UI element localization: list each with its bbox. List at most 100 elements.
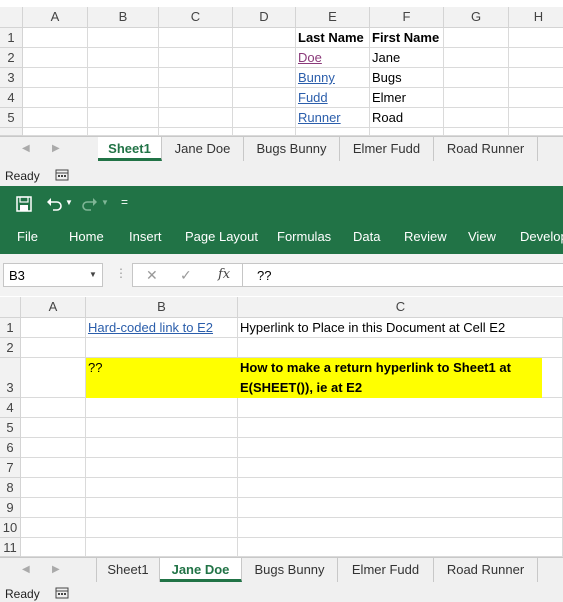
- cell-e5[interactable]: Runner: [296, 108, 370, 128]
- grid-cell[interactable]: [21, 538, 86, 557]
- column-header-f[interactable]: F: [370, 7, 444, 28]
- menu-developer[interactable]: Develop: [520, 227, 563, 247]
- bottom-column-header-c[interactable]: C: [238, 297, 563, 318]
- grid-cell[interactable]: [88, 48, 159, 68]
- bottom-column-header-a[interactable]: A: [21, 297, 86, 318]
- redo-icon[interactable]: [82, 196, 98, 212]
- cell-e4[interactable]: Fudd: [296, 88, 370, 108]
- bottom-row-header-7[interactable]: 7: [0, 458, 21, 478]
- grid-cell[interactable]: [238, 438, 563, 458]
- bottom-tab-scroll-left-icon[interactable]: ◀: [22, 564, 30, 575]
- bottom-tab-road-runner[interactable]: Road Runner: [434, 558, 538, 582]
- grid-cell[interactable]: [86, 458, 238, 478]
- name-box-dropdown-icon[interactable]: ▼: [89, 270, 97, 279]
- tab-sheet1[interactable]: Sheet1: [98, 137, 162, 161]
- cell-f5[interactable]: Road: [370, 108, 444, 128]
- row-header-1[interactable]: 1: [0, 28, 23, 48]
- cell-f1-header[interactable]: First Name: [370, 28, 444, 48]
- grid-cell[interactable]: [88, 88, 159, 108]
- menu-insert[interactable]: Insert: [129, 227, 162, 247]
- grid-cell[interactable]: [444, 108, 509, 128]
- grid-cell[interactable]: [238, 478, 563, 498]
- hard-coded-link[interactable]: Hard-coded link to E2: [88, 320, 213, 335]
- grid-cell[interactable]: [86, 478, 238, 498]
- bottom-row-header-5[interactable]: 5: [0, 418, 21, 438]
- column-header-g[interactable]: G: [444, 7, 509, 28]
- row-header-3[interactable]: 3: [0, 68, 23, 88]
- cell-c3-line1[interactable]: How to make a return hyperlink to Sheet1…: [238, 358, 542, 378]
- grid-cell[interactable]: [233, 48, 296, 68]
- cell-c1[interactable]: Hyperlink to Place in this Document at C…: [238, 318, 563, 338]
- grid-cell[interactable]: [88, 28, 159, 48]
- grid-cell[interactable]: [238, 418, 563, 438]
- hyperlink-doe[interactable]: Doe: [298, 50, 322, 65]
- grid-cell[interactable]: [444, 128, 509, 136]
- cell-e2[interactable]: Doe: [296, 48, 370, 68]
- cell-f2[interactable]: Jane: [370, 48, 444, 68]
- bottom-row-header-6[interactable]: 6: [0, 438, 21, 458]
- grid-cell[interactable]: [238, 538, 563, 557]
- hyperlink-bunny[interactable]: Bunny: [298, 70, 335, 85]
- enter-check-icon[interactable]: ✓: [180, 267, 192, 284]
- menu-page-layout[interactable]: Page Layout: [185, 227, 258, 247]
- grid-cell[interactable]: [509, 128, 563, 136]
- grid-cell[interactable]: [86, 438, 238, 458]
- row-header-6[interactable]: [0, 128, 23, 136]
- grid-cell[interactable]: [444, 88, 509, 108]
- grid-cell[interactable]: [21, 338, 86, 358]
- menu-file[interactable]: File: [17, 227, 38, 247]
- grid-cell[interactable]: [86, 338, 238, 358]
- cell-c3-line2[interactable]: E(SHEET()), ie at E2: [238, 378, 542, 398]
- grid-cell[interactable]: [21, 458, 86, 478]
- grid-cell[interactable]: [509, 68, 563, 88]
- undo-icon[interactable]: [46, 196, 62, 212]
- row-header-5[interactable]: 5: [0, 108, 23, 128]
- hyperlink-runner[interactable]: Runner: [298, 110, 341, 125]
- grid-cell[interactable]: [86, 518, 238, 538]
- cell-f4[interactable]: Elmer: [370, 88, 444, 108]
- cell-e3[interactable]: Bunny: [296, 68, 370, 88]
- redo-dropdown-icon[interactable]: ▼: [101, 198, 109, 207]
- grid-cell[interactable]: [88, 108, 159, 128]
- grid-cell[interactable]: [86, 538, 238, 557]
- bottom-tab-bugs-bunny[interactable]: Bugs Bunny: [242, 558, 338, 582]
- grid-cell[interactable]: [509, 48, 563, 68]
- grid-cell[interactable]: [159, 68, 233, 88]
- grid-cell[interactable]: [21, 358, 86, 398]
- bottom-row-header-10[interactable]: 10: [0, 518, 21, 538]
- macro-record-icon[interactable]: [55, 168, 69, 182]
- grid-cell[interactable]: [23, 128, 88, 136]
- customize-qat-icon[interactable]: =: [121, 195, 128, 209]
- grid-cell[interactable]: [233, 88, 296, 108]
- grid-cell[interactable]: [238, 398, 563, 418]
- tab-scroll-left-icon[interactable]: ◀: [22, 143, 30, 154]
- insert-function-icon[interactable]: fx: [218, 267, 230, 282]
- bottom-tab-elmer-fudd[interactable]: Elmer Fudd: [338, 558, 434, 582]
- grid-cell[interactable]: [370, 128, 444, 136]
- bottom-column-header-b[interactable]: B: [86, 297, 238, 318]
- grid-cell[interactable]: [444, 28, 509, 48]
- save-icon[interactable]: [16, 196, 32, 212]
- bottom-row-header-11[interactable]: 11: [0, 538, 21, 557]
- bottom-tab-sheet1[interactable]: Sheet1: [96, 558, 160, 582]
- select-all-corner[interactable]: [0, 7, 23, 28]
- row-header-2[interactable]: 2: [0, 48, 23, 68]
- cell-f3[interactable]: Bugs: [370, 68, 444, 88]
- grid-cell[interactable]: [86, 398, 238, 418]
- bottom-tab-jane-doe[interactable]: Jane Doe: [160, 558, 242, 582]
- grid-cell[interactable]: [159, 128, 233, 136]
- name-box[interactable]: B3 ▼: [3, 263, 103, 287]
- column-header-b[interactable]: B: [88, 7, 159, 28]
- grid-cell[interactable]: [23, 48, 88, 68]
- menu-data[interactable]: Data: [353, 227, 380, 247]
- grid-cell[interactable]: [159, 48, 233, 68]
- grid-cell[interactable]: [88, 128, 159, 136]
- cell-b1[interactable]: Hard-coded link to E2: [86, 318, 238, 338]
- cell-b3[interactable]: ??: [86, 358, 238, 398]
- column-header-e[interactable]: E: [296, 7, 370, 28]
- row-header-4[interactable]: 4: [0, 88, 23, 108]
- tab-bugs-bunny[interactable]: Bugs Bunny: [244, 137, 340, 161]
- column-header-d[interactable]: D: [233, 7, 296, 28]
- grid-cell[interactable]: [159, 28, 233, 48]
- grid-cell[interactable]: [21, 498, 86, 518]
